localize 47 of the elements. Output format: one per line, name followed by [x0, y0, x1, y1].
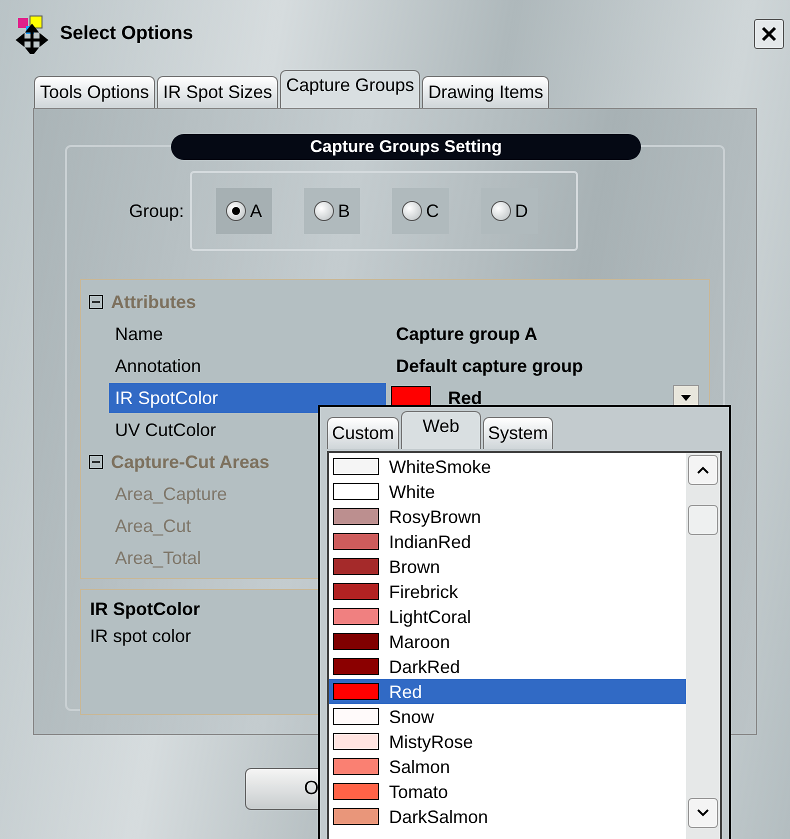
- property-name[interactable]: IR SpotColor: [109, 383, 386, 413]
- color-item[interactable]: White: [329, 479, 686, 504]
- close-button[interactable]: [754, 19, 784, 49]
- tab[interactable]: IR Spot Sizes: [157, 76, 278, 108]
- color-item[interactable]: DarkSalmon: [329, 804, 686, 829]
- tab[interactable]: Drawing Items: [422, 76, 550, 108]
- property-name[interactable]: Annotation: [109, 351, 386, 381]
- tab[interactable]: Custom: [327, 417, 400, 449]
- description-text: IR spot color: [90, 625, 192, 648]
- tab[interactable]: Capture Groups: [280, 70, 420, 108]
- color-item[interactable]: RosyBrown: [329, 504, 686, 529]
- tab[interactable]: System: [483, 417, 554, 449]
- radio-option[interactable]: C: [392, 188, 450, 234]
- color-item[interactable]: Tomato: [329, 779, 686, 804]
- category-label: Attributes: [111, 290, 196, 314]
- color-item[interactable]: Salmon: [329, 754, 686, 779]
- category-label: Capture-Cut Areas: [111, 450, 270, 474]
- close-icon: [760, 25, 778, 43]
- scroll-down-icon[interactable]: [688, 798, 718, 828]
- description-title: IR SpotColor: [90, 598, 200, 621]
- color-item[interactable]: WhiteSmoke: [329, 454, 686, 479]
- scroll-up-icon[interactable]: [688, 455, 718, 485]
- property-value: Capture group A: [395, 322, 538, 346]
- color-item[interactable]: Red: [329, 679, 686, 704]
- color-item[interactable]: IndianRed: [329, 529, 686, 554]
- color-item[interactable]: Firebrick: [329, 579, 686, 604]
- scroll-thumb[interactable]: [688, 505, 718, 535]
- color-item[interactable]: Snow: [329, 704, 686, 729]
- property-name[interactable]: Name: [109, 319, 386, 349]
- tab[interactable]: Tools Options: [34, 76, 156, 108]
- scrollbar[interactable]: [686, 453, 720, 839]
- color-item[interactable]: DarkRed: [329, 654, 686, 679]
- caret-icon: [681, 395, 691, 401]
- collapse-icon[interactable]: [89, 455, 103, 469]
- color-item[interactable]: Maroon: [329, 629, 686, 654]
- color-item[interactable]: MistyRose: [329, 729, 686, 754]
- color-item[interactable]: Brown: [329, 554, 686, 579]
- radio-option[interactable]: A: [216, 188, 272, 234]
- property-value: Red: [448, 386, 482, 410]
- color-item[interactable]: LightCoral: [329, 604, 686, 629]
- radio-option[interactable]: B: [304, 188, 360, 234]
- window-title: Select Options: [60, 22, 194, 46]
- tab[interactable]: Web: [401, 411, 482, 449]
- collapse-icon[interactable]: [89, 295, 103, 309]
- property-value: Default capture group: [395, 354, 584, 378]
- group-label: Group:: [128, 200, 184, 223]
- section-title: Capture Groups Setting: [171, 134, 641, 160]
